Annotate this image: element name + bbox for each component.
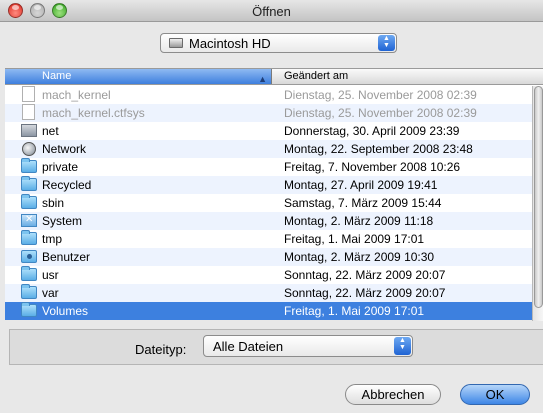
folder-icon xyxy=(21,158,37,173)
file-row[interactable]: sbin Samstag, 7. März 2009 15:44 xyxy=(5,194,543,212)
file-name: Network xyxy=(42,142,87,156)
file-modified-date: Sonntag, 22. März 2009 20:07 xyxy=(284,268,446,282)
file-name: Benutzer xyxy=(42,250,91,264)
modified-column-header[interactable]: Geändert am xyxy=(284,69,348,84)
file-modified-date: Sonntag, 22. März 2009 20:07 xyxy=(284,286,446,300)
hard-drive-icon xyxy=(169,38,183,48)
folder-icon xyxy=(21,284,37,299)
file-row[interactable]: net Donnerstag, 30. April 2009 23:39 xyxy=(5,122,543,140)
filetype-label: Dateityp: xyxy=(135,342,187,357)
file-modified-date: Dienstag, 25. November 2008 02:39 xyxy=(284,88,477,102)
file-row[interactable]: Network Montag, 22. September 2008 23:48 xyxy=(5,140,543,158)
file-row[interactable]: Volumes Freitag, 1. Mai 2009 17:01 xyxy=(5,302,543,320)
file-name: mach_kernel.ctfsys xyxy=(42,106,145,120)
folder-icon xyxy=(21,266,37,281)
file-modified-date: Dienstag, 25. November 2008 02:39 xyxy=(284,106,477,120)
network-folder-icon xyxy=(21,124,37,137)
file-row[interactable]: tmp Freitag, 1. Mai 2009 17:01 xyxy=(5,230,543,248)
users-folder-icon xyxy=(21,250,37,263)
document-icon xyxy=(22,86,35,102)
file-name: var xyxy=(42,286,59,300)
file-modified-date: Freitag, 7. November 2008 10:26 xyxy=(284,160,461,174)
file-modified-date: Freitag, 1. Mai 2009 17:01 xyxy=(284,232,425,246)
location-label: Macintosh HD xyxy=(189,36,271,51)
popup-arrows-icon: ▲ ▼ xyxy=(394,337,411,355)
window-title: Öffnen xyxy=(252,4,291,19)
name-column-header[interactable]: Name ▲ xyxy=(5,69,272,84)
file-modified-date: Freitag, 1. Mai 2009 17:01 xyxy=(284,304,425,318)
sort-ascending-icon: ▲ xyxy=(258,74,267,84)
file-name: private xyxy=(42,160,79,174)
file-list[interactable]: Name ▲ Geändert am mach_kernel Dienstag, … xyxy=(5,68,543,321)
file-modified-date: Montag, 2. März 2009 11:18 xyxy=(284,214,434,228)
title-bar: Öffnen xyxy=(0,0,543,22)
file-name: System xyxy=(42,214,83,228)
file-modified-date: Samstag, 7. März 2009 15:44 xyxy=(284,196,442,210)
file-name: net xyxy=(42,124,59,138)
file-name: Recycled xyxy=(42,178,92,192)
file-row[interactable]: Recycled Montag, 27. April 2009 19:41 xyxy=(5,176,543,194)
file-modified-date: Montag, 2. März 2009 10:30 xyxy=(284,250,435,264)
document-icon xyxy=(22,104,35,120)
file-name: usr xyxy=(42,268,59,282)
filetype-popup[interactable]: Alle Dateien ▲ ▼ xyxy=(203,335,413,357)
folder-icon xyxy=(21,302,37,317)
file-modified-date: Montag, 22. September 2008 23:48 xyxy=(284,142,473,156)
file-name: mach_kernel xyxy=(42,88,111,102)
filetype-value: Alle Dateien xyxy=(213,339,284,354)
file-modified-date: Montag, 27. April 2009 19:41 xyxy=(284,178,438,192)
location-popup[interactable]: Macintosh HD ▲ ▼ xyxy=(160,33,397,53)
file-row[interactable]: var Sonntag, 22. März 2009 20:07 xyxy=(5,284,543,302)
file-name: sbin xyxy=(42,196,65,210)
file-row[interactable]: usr Sonntag, 22. März 2009 20:07 xyxy=(5,266,543,284)
folder-icon xyxy=(21,230,37,245)
file-row[interactable]: private Freitag, 7. November 2008 10:26 xyxy=(5,158,543,176)
file-row[interactable]: mach_kernel.ctfsys Dienstag, 25. November… xyxy=(5,104,543,122)
file-row[interactable]: System Montag, 2. März 2009 11:18 xyxy=(5,212,543,230)
ok-button[interactable]: OK xyxy=(460,384,530,405)
vertical-scrollbar[interactable] xyxy=(532,86,543,321)
name-column-label: Name xyxy=(42,70,72,82)
file-modified-date: Donnerstag, 30. April 2009 23:39 xyxy=(284,124,460,138)
folder-icon xyxy=(21,194,37,209)
file-name: Volumes xyxy=(42,304,89,318)
cancel-button[interactable]: Abbrechen xyxy=(345,384,441,405)
globe-icon xyxy=(22,142,36,156)
folder-icon xyxy=(21,176,37,191)
file-row[interactable]: mach_kernel Dienstag, 25. November 2008 0… xyxy=(5,86,543,104)
column-header-row: Name ▲ Geändert am xyxy=(5,69,543,85)
scrollbar-thumb[interactable] xyxy=(534,86,543,308)
file-name: tmp xyxy=(42,232,63,246)
popup-arrows-icon: ▲ ▼ xyxy=(378,35,395,51)
file-row[interactable]: Benutzer Montag, 2. März 2009 10:30 xyxy=(5,248,543,266)
system-folder-icon xyxy=(21,214,37,227)
